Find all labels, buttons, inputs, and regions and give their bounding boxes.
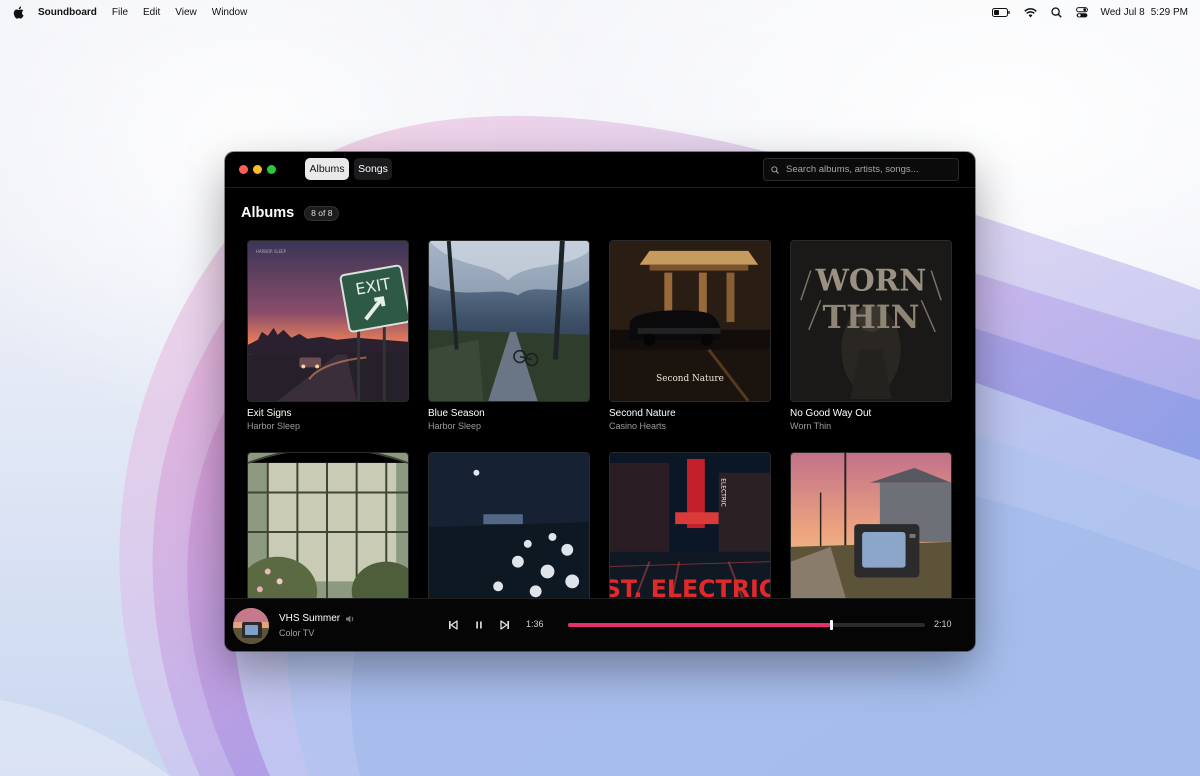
menu-window[interactable]: Window <box>212 7 248 18</box>
tab-albums[interactable]: Albums <box>305 158 349 180</box>
section-heading: Albums 8 of 8 <box>241 205 340 221</box>
pause-icon[interactable] <box>473 619 485 631</box>
minimize-window-button[interactable] <box>253 165 262 174</box>
search-icon <box>771 165 781 175</box>
zoom-window-button[interactable] <box>267 165 276 174</box>
date-label: Wed Jul 8 <box>1100 7 1145 18</box>
spotlight-search-icon[interactable] <box>1051 7 1063 18</box>
now-playing-bar: VHS Summer Color TV 1:36 2:10 <box>225 598 975 651</box>
album-cover[interactable]: Second Nature <box>609 240 771 402</box>
album-title[interactable]: No Good Way Out <box>790 408 952 419</box>
previous-icon[interactable] <box>447 619 459 631</box>
album-card-greenhouse[interactable] <box>247 452 409 620</box>
menu-view[interactable]: View <box>175 7 197 18</box>
album-cover[interactable] <box>247 452 409 614</box>
album-card-second-nature[interactable]: Second Nature Second Nature Casino Heart… <box>609 240 771 431</box>
page-title: Albums <box>241 205 295 221</box>
album-title[interactable]: Exit Signs <box>247 408 409 419</box>
now-playing-artist[interactable]: Color TV <box>279 628 314 638</box>
progress-knob[interactable] <box>829 620 833 630</box>
menu-app-name[interactable]: Soundboard <box>38 7 97 18</box>
now-playing-artwork[interactable] <box>233 608 269 644</box>
thin-text: THIN <box>822 299 919 336</box>
album-cover[interactable]: WORN THIN <box>790 240 952 402</box>
progress-slider[interactable] <box>568 620 925 630</box>
speaker-icon <box>346 615 355 623</box>
clock[interactable]: Wed Jul 8 5:29 PM <box>1100 7 1188 18</box>
album-artist[interactable]: Harbor Sleep <box>247 421 409 431</box>
total-time: 2:10 <box>934 619 952 629</box>
elapsed-time: 1:36 <box>526 619 544 629</box>
search-field[interactable] <box>763 158 959 181</box>
title-bar: Albums Songs <box>225 152 975 188</box>
album-card-no-good-way-out[interactable]: WORN THIN No Good Way Out Worn Thin <box>790 240 952 431</box>
wifi-icon[interactable] <box>1024 7 1038 18</box>
menu-bar: Soundboard File Edit View Window Wed Jul… <box>0 0 1200 25</box>
now-playing-title-row: VHS Summer <box>279 613 355 624</box>
progress-fill <box>568 623 832 627</box>
album-grid: EXIT HARBOR SLEEP Exit Signs Harbor Slee… <box>247 240 957 614</box>
menu-file[interactable]: File <box>112 7 128 18</box>
album-artist[interactable]: Harbor Sleep <box>428 421 590 431</box>
search-input[interactable] <box>786 164 956 175</box>
control-center-icon[interactable] <box>1076 7 1089 18</box>
soundboard-window: Albums Songs Albums 8 of 8 <box>225 152 975 651</box>
album-cover[interactable]: EXIT HARBOR SLEEP <box>247 240 409 402</box>
marquee-text: ELECTRIC <box>720 478 726 506</box>
album-card-blue-season[interactable]: Blue Season Harbor Sleep <box>428 240 590 431</box>
album-cover[interactable] <box>790 452 952 614</box>
album-title[interactable]: Second Nature <box>609 408 771 419</box>
apple-logo-icon[interactable] <box>13 6 27 20</box>
album-card-st-electric[interactable]: ELECTRIC ST. ELECTRIC <box>609 452 771 620</box>
album-card-exit-signs[interactable]: EXIT HARBOR SLEEP Exit Signs Harbor Slee… <box>247 240 409 431</box>
album-title[interactable]: Blue Season <box>428 408 590 419</box>
album-artist[interactable]: Casino Hearts <box>609 421 771 431</box>
status-area: Wed Jul 8 5:29 PM <box>978 7 1188 18</box>
next-icon[interactable] <box>499 619 511 631</box>
album-card-color-tv[interactable] <box>790 452 952 620</box>
svg-text:HARBOR SLEEP: HARBOR SLEEP <box>256 249 287 254</box>
battery-icon[interactable] <box>992 8 1011 17</box>
worn-text: WORN <box>815 262 927 297</box>
time-label: 5:29 PM <box>1150 7 1188 18</box>
album-cover[interactable]: ELECTRIC ST. ELECTRIC <box>609 452 771 614</box>
count-badge: 8 of 8 <box>304 205 340 221</box>
album-card-night-flowers[interactable] <box>428 452 590 620</box>
tab-songs[interactable]: Songs <box>354 158 392 180</box>
album-artist[interactable]: Worn Thin <box>790 421 952 431</box>
menu-edit[interactable]: Edit <box>143 7 160 18</box>
now-playing-title[interactable]: VHS Summer <box>279 613 340 624</box>
album-cover[interactable] <box>428 240 590 402</box>
second-nature-cover-text: Second Nature <box>656 374 724 384</box>
close-window-button[interactable] <box>239 165 248 174</box>
album-cover[interactable] <box>428 452 590 614</box>
